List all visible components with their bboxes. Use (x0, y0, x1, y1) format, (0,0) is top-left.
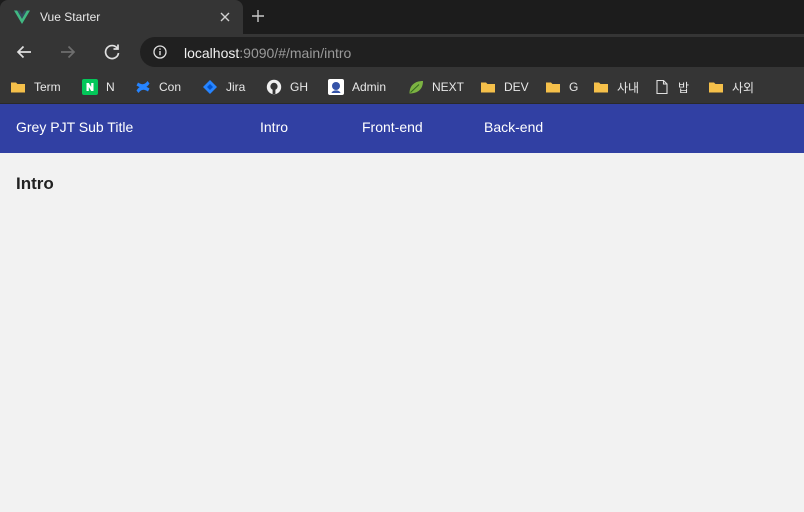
bookmark-label: 사외 (732, 80, 755, 95)
bookmark-next[interactable]: NEXT (408, 79, 464, 95)
bookmark-label: G (569, 80, 579, 94)
url-path: :9090/#/main/intro (239, 45, 352, 61)
bookmark-label: 밥 (678, 80, 690, 95)
bookmark-label: Admin (352, 80, 387, 94)
bookmarks-bar: Term N Con Jira GH Admin NEXT DEV G 사내 밥… (0, 70, 804, 104)
plus-icon[interactable] (250, 8, 266, 24)
bookmark-label: N (106, 80, 115, 94)
url-host: localhost (184, 45, 240, 61)
url-text[interactable]: localhost:9090/#/main/intro (184, 45, 351, 61)
folder-icon (594, 82, 608, 93)
nav-intro[interactable]: Intro (260, 119, 288, 135)
file-icon (656, 79, 668, 95)
bookmark-label: DEV (504, 80, 529, 94)
admin-icon (328, 79, 344, 95)
close-icon[interactable] (219, 11, 231, 23)
bookmark-n[interactable]: N (82, 79, 115, 95)
folder-icon (546, 82, 560, 93)
browser-toolbar: localhost:9090/#/main/intro (0, 34, 804, 70)
bookmark-label: 사내 (617, 80, 640, 95)
confluence-icon (136, 81, 150, 93)
address-bar[interactable]: localhost:9090/#/main/intro (140, 37, 804, 67)
app-title: Grey PJT Sub Title (16, 119, 134, 135)
page-title: Intro (16, 174, 54, 193)
browser-tab[interactable]: Vue Starter (0, 0, 243, 34)
back-arrow-icon[interactable] (14, 42, 34, 62)
info-icon[interactable] (153, 45, 167, 59)
bookmark-jira[interactable]: Jira (202, 79, 245, 95)
tab-title: Vue Starter (40, 10, 101, 24)
nav-back-end[interactable]: Back-end (484, 119, 543, 135)
bookmark-internal[interactable]: 사내 (593, 79, 639, 95)
bookmark-label: Con (159, 80, 182, 94)
bookmark-dev[interactable]: DEV (480, 79, 529, 95)
vue-logo-icon (14, 10, 30, 24)
bookmark-con[interactable]: Con (135, 79, 181, 95)
bookmark-external[interactable]: 사외 (708, 79, 754, 95)
bookmark-label: Jira (226, 80, 246, 94)
folder-icon (11, 82, 25, 93)
bookmark-label: Term (34, 80, 61, 94)
folder-icon (709, 82, 723, 93)
jira-icon (203, 80, 217, 94)
bookmark-label: NEXT (432, 80, 465, 94)
app-header: Grey PJT Sub Title Intro Front-end Back-… (0, 104, 804, 153)
folder-icon (481, 82, 495, 93)
bookmark-label: GH (290, 80, 308, 94)
bookmark-meal[interactable]: 밥 (654, 79, 689, 95)
forward-arrow-icon[interactable] (58, 42, 78, 62)
tab-strip: Vue Starter (0, 0, 804, 34)
bookmark-term[interactable]: Term (10, 79, 61, 95)
bookmark-g[interactable]: G (545, 79, 578, 95)
reload-icon[interactable] (102, 42, 122, 62)
leaf-icon (409, 81, 423, 94)
github-icon (266, 79, 282, 95)
nav-front-end[interactable]: Front-end (362, 119, 423, 135)
bookmark-gh[interactable]: GH (266, 79, 308, 95)
naver-icon (82, 79, 98, 95)
bookmark-admin[interactable]: Admin (328, 79, 386, 95)
